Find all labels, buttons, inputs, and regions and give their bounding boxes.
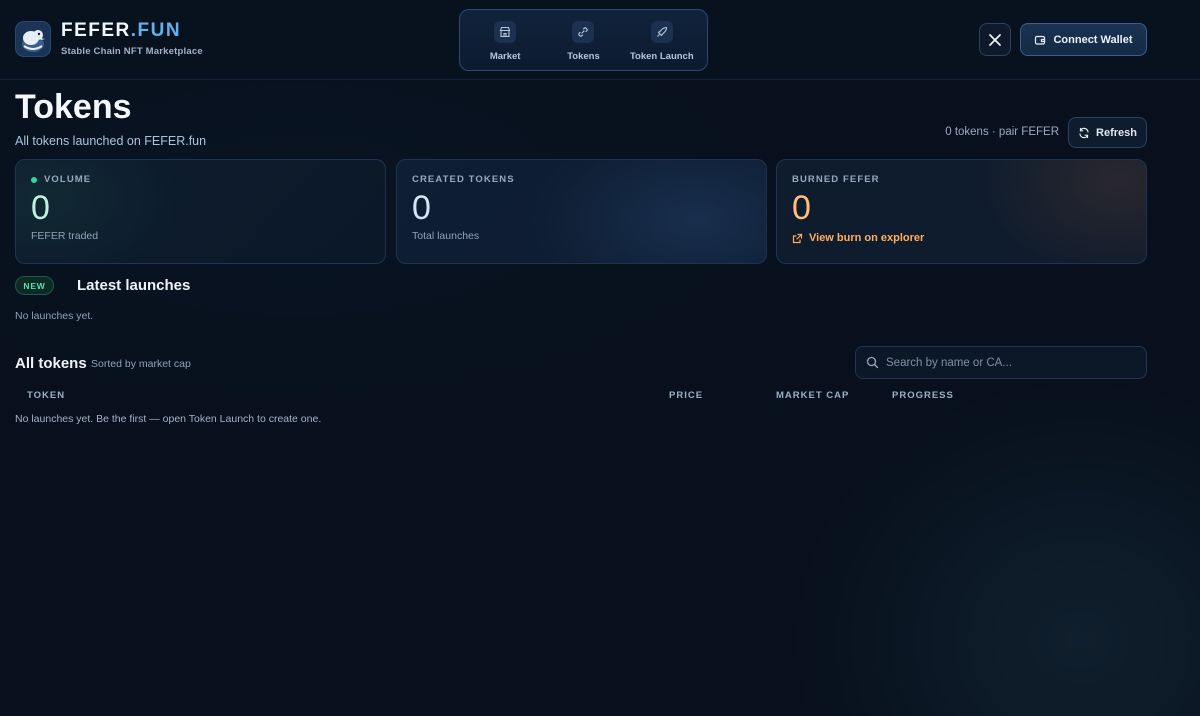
column-header-price[interactable]: PRICE [669, 390, 703, 401]
connect-wallet-label: Connect Wallet [1053, 33, 1133, 46]
volume-label-row: VOLUME [31, 174, 370, 185]
rocket-icon [650, 20, 673, 43]
volume-value: 0 [31, 189, 50, 227]
refresh-icon [1079, 127, 1089, 138]
created-tokens-card: CREATED TOKENS 0 Total launches [396, 159, 767, 264]
brand-logo-icon [15, 21, 51, 57]
top-header: FEFER.FUN Stable Chain NFT Marketplace M… [0, 0, 1200, 80]
burned-fefer-label: BURNED FEFER [792, 174, 880, 185]
link-icon [572, 20, 595, 43]
new-badge: NEW [15, 276, 54, 295]
search-input[interactable] [886, 356, 1146, 369]
all-tokens-title: All tokens [15, 355, 87, 372]
external-link-icon [792, 233, 803, 243]
view-burn-link[interactable]: View burn on explorer [792, 232, 1131, 244]
volume-card: VOLUME 0 FEFER traded [15, 159, 386, 264]
search-box [855, 346, 1147, 379]
column-header-progress[interactable]: PROGRESS [892, 390, 954, 401]
created-tokens-label: CREATED TOKENS [412, 174, 515, 185]
brand[interactable]: FEFER.FUN Stable Chain NFT Marketplace [15, 21, 203, 57]
nav-label-token-launch: Token Launch [629, 50, 694, 62]
volume-foot: FEFER traded [31, 230, 99, 242]
x-logo-icon [989, 33, 1001, 46]
volume-label: VOLUME [44, 174, 92, 185]
main-nav: Market Tokens Token Launch [459, 9, 708, 71]
latest-launches-title: Latest launches [77, 277, 191, 294]
column-header-token[interactable]: TOKEN [27, 390, 65, 401]
burned-fefer-value: 0 [792, 189, 811, 227]
view-burn-label: View burn on explorer [809, 232, 925, 244]
refresh-label: Refresh [1096, 126, 1137, 139]
search-icon [866, 356, 879, 369]
x-social-button[interactable] [979, 23, 1011, 56]
refresh-button[interactable]: Refresh [1068, 117, 1147, 148]
live-dot-icon [31, 176, 37, 183]
brand-name: FEFER.FUN [61, 21, 203, 41]
column-header-market-cap[interactable]: MARKET CAP [776, 390, 849, 401]
nav-item-tokens[interactable]: Tokens [544, 19, 622, 62]
store-icon [494, 20, 517, 43]
nav-item-market[interactable]: Market [466, 19, 544, 62]
wallet-icon [1035, 35, 1046, 45]
latest-launches-empty: No launches yet. [15, 310, 94, 322]
nav-label-tokens: Tokens [567, 50, 600, 62]
brand-name-accent: .FUN [130, 20, 182, 41]
created-tokens-value: 0 [412, 189, 431, 227]
page-subtitle: All tokens launched on FEFER.fun [15, 134, 207, 148]
brand-subtitle: Stable Chain NFT Marketplace [61, 46, 203, 57]
nav-item-token-launch[interactable]: Token Launch [623, 19, 701, 62]
page-title: Tokens [15, 88, 132, 126]
burned-fefer-card: BURNED FEFER 0 View burn on explorer [776, 159, 1147, 264]
brand-name-main: FEFER [61, 20, 131, 41]
all-tokens-subtitle: Sorted by market cap [91, 358, 191, 370]
token-count: 0 tokens · pair FEFER [945, 126, 1059, 138]
connect-wallet-button[interactable]: Connect Wallet [1020, 23, 1147, 56]
nav-label-market: Market [489, 50, 521, 62]
created-tokens-foot: Total launches [412, 230, 480, 242]
table-empty-message: No launches yet. Be the first — open Tok… [15, 413, 322, 425]
